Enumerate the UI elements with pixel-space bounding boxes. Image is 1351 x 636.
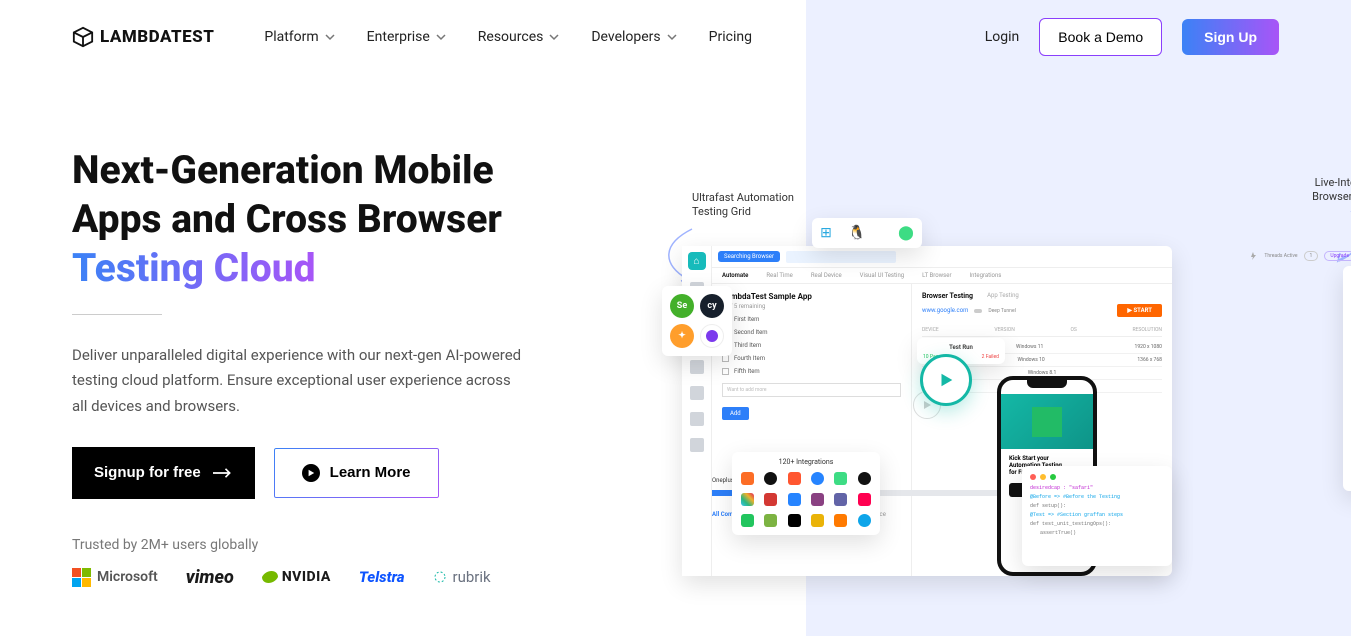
refresh-icon bbox=[811, 514, 824, 527]
sign-up-button[interactable]: Sign Up bbox=[1182, 19, 1279, 55]
label-live-browser: Live-Interactive Browser Testing bbox=[1312, 176, 1351, 205]
cypress-icon: cy bbox=[700, 294, 724, 318]
nav-resources[interactable]: Resources bbox=[478, 29, 560, 45]
brand-logos-row: Microsoft vimeo NVIDIA Telstra rubrik bbox=[72, 567, 602, 588]
integrations-card: 120+ Integrations bbox=[732, 452, 880, 535]
bolt-icon bbox=[1250, 252, 1258, 260]
nvidia-eye-icon bbox=[262, 571, 278, 583]
nav-platform[interactable]: Platform bbox=[264, 29, 334, 45]
trusted-label: Trusted by 2M+ users globally bbox=[72, 537, 602, 553]
jira-icon bbox=[788, 493, 801, 506]
title-underline bbox=[72, 314, 162, 315]
app-topbar-right: Threads Active 1 Upgrade bbox=[1250, 251, 1351, 261]
search-pill: Searching Browser bbox=[718, 251, 780, 262]
main-nav: Platform Enterprise Resources Developers… bbox=[264, 29, 752, 45]
rocket-icon bbox=[858, 493, 871, 506]
katalon-icon bbox=[764, 514, 777, 527]
add-button[interactable]: Add bbox=[722, 407, 749, 420]
code-snippet-card: desiredcap : "safari" @Before => #Before… bbox=[1022, 466, 1172, 566]
nav-pricing[interactable]: Pricing bbox=[709, 29, 752, 45]
book-demo-button[interactable]: Book a Demo bbox=[1039, 18, 1162, 56]
nav-enterprise[interactable]: Enterprise bbox=[367, 29, 446, 45]
slack-icon bbox=[741, 493, 754, 506]
arrow-right-icon bbox=[213, 466, 233, 480]
hero-illustration: Ultrafast Automation Testing Grid Live-I… bbox=[622, 146, 1351, 588]
brand-microsoft: Microsoft bbox=[72, 568, 158, 587]
sidebar-icon bbox=[690, 438, 704, 452]
automation-tools-card: Se cy ✦ bbox=[662, 286, 732, 356]
login-link[interactable]: Login bbox=[985, 29, 1020, 45]
jenkins-icon bbox=[764, 493, 777, 506]
lambdatest-logo-icon bbox=[72, 26, 94, 48]
rubrik-icon bbox=[433, 570, 447, 584]
nav-developers[interactable]: Developers bbox=[591, 29, 676, 45]
azure-icon bbox=[811, 493, 824, 506]
android-icon bbox=[834, 472, 847, 485]
chevron-down-icon bbox=[667, 32, 677, 42]
chevron-down-icon bbox=[325, 32, 335, 42]
label-automation: Ultrafast Automation Testing Grid bbox=[692, 191, 794, 220]
logo[interactable]: LAMBDATEST bbox=[72, 26, 214, 48]
windows-icon: ⊞ bbox=[820, 225, 832, 241]
terminal-icon bbox=[788, 514, 801, 527]
header: LAMBDATEST Platform Enterprise Resources… bbox=[0, 0, 1351, 56]
teams-icon bbox=[834, 493, 847, 506]
hero-description: Deliver unparalleled digital experience … bbox=[72, 343, 522, 419]
circleci-icon bbox=[858, 472, 871, 485]
sidebar-icon bbox=[690, 412, 704, 426]
android-icon: ⬤ bbox=[898, 225, 914, 241]
bitbucket-icon bbox=[811, 472, 824, 485]
logo-text: LAMBDATEST bbox=[100, 27, 214, 47]
gear-icon bbox=[741, 514, 754, 527]
upgrade-chip[interactable]: Upgrade bbox=[1324, 251, 1351, 261]
brand-vimeo: vimeo bbox=[186, 567, 234, 588]
play-icon bbox=[302, 464, 320, 482]
circle-arrow-icon bbox=[858, 514, 871, 527]
playwright-icon bbox=[700, 324, 724, 348]
brand-nvidia: NVIDIA bbox=[262, 569, 331, 585]
brand-rubrik: rubrik bbox=[433, 568, 491, 586]
brand-telstra: Telstra bbox=[359, 568, 405, 586]
browsers-card bbox=[1343, 266, 1351, 491]
search-input-mock bbox=[786, 251, 896, 263]
selenium-icon: Se bbox=[670, 294, 694, 318]
os-icons-card: ⊞ 🐧 ⬤ bbox=[812, 218, 922, 248]
hero-title: Next-Generation Mobile Apps and Cross Br… bbox=[72, 146, 602, 292]
play-video-button[interactable] bbox=[920, 354, 972, 406]
chevron-down-icon bbox=[436, 32, 446, 42]
asana-icon bbox=[788, 472, 801, 485]
gitlab-icon bbox=[741, 472, 754, 485]
github-icon bbox=[764, 472, 777, 485]
fire-icon bbox=[834, 514, 847, 527]
sidebar-icon bbox=[690, 360, 704, 374]
testcafe-icon: ✦ bbox=[670, 324, 694, 348]
microsoft-icon bbox=[72, 568, 91, 587]
sidebar-icon bbox=[690, 386, 704, 400]
signup-free-button[interactable]: Signup for free bbox=[72, 447, 255, 499]
linux-icon: 🐧 bbox=[848, 225, 865, 241]
toggle-icon bbox=[974, 307, 982, 315]
lambda-icon: ⌂ bbox=[688, 252, 706, 270]
chevron-down-icon bbox=[549, 32, 559, 42]
start-button[interactable]: ▶ START bbox=[1117, 304, 1162, 317]
learn-more-button[interactable]: Learn More bbox=[273, 447, 440, 499]
